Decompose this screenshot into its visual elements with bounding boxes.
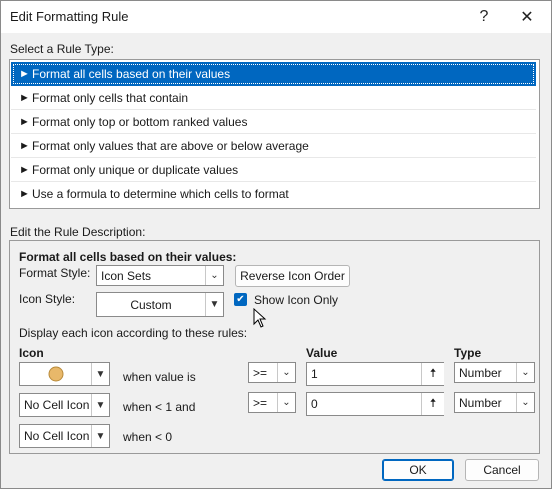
arrow-icon: ► [19, 67, 30, 80]
value-text: 1 [311, 367, 318, 381]
icon-select-2[interactable]: No Cell Icon ▼ [19, 393, 110, 417]
chevron-down-icon: ▼ [91, 394, 109, 416]
arrow-icon: ► [19, 187, 30, 200]
arrow-icon: ► [19, 115, 30, 128]
icon-style-value: Custom [130, 297, 172, 312]
condition-text-1: when value is [123, 370, 196, 384]
chevron-down-icon: ⌄ [277, 393, 295, 412]
rule-type-item-label: Format all cells based on their values [32, 66, 231, 81]
icon-style-label: Icon Style: [19, 292, 76, 306]
rule-type-item-label: Format only unique or duplicate values [32, 162, 239, 177]
icon-select-value: No Cell Icon [24, 398, 90, 412]
icon-style-select[interactable]: Custom ▼ [96, 292, 224, 317]
rule-type-item[interactable]: ► Format only cells that contain [11, 86, 536, 110]
type-value: Number [459, 365, 502, 380]
rule-type-item[interactable]: ► Format only unique or duplicate values [11, 158, 536, 182]
icon-select-value [20, 366, 91, 382]
operator-value: >= [253, 395, 268, 410]
chevron-down-icon: ⌄ [516, 363, 534, 382]
description-heading: Format all cells based on their values: [19, 250, 237, 264]
reverse-icon-order-button[interactable]: Reverse Icon Order [235, 265, 350, 287]
icon-column-header: Icon [19, 346, 44, 360]
range-select-icon[interactable]: 🠅 [421, 393, 444, 415]
arrow-icon: ► [19, 139, 30, 152]
display-rules-label: Display each icon according to these rul… [19, 326, 248, 340]
rule-type-item[interactable]: ► Use a formula to determine which cells… [11, 182, 536, 205]
chevron-down-icon: ▼ [91, 425, 109, 447]
operator-select-1[interactable]: >= ⌄ [248, 362, 296, 383]
type-column-header: Type [454, 346, 482, 360]
condition-text-2: when < 1 and [123, 400, 196, 414]
rule-type-list[interactable]: ► Format all cells based on their values… [9, 59, 540, 209]
chevron-down-icon: ▼ [205, 293, 223, 316]
format-style-label: Format Style: [19, 266, 91, 280]
arrow-icon: ► [19, 91, 30, 104]
rule-type-label: Select a Rule Type: [10, 42, 114, 56]
help-button[interactable]: ? [463, 1, 505, 33]
value-column-header: Value [306, 346, 338, 360]
rule-description-label: Edit the Rule Description: [10, 225, 146, 239]
value-text: 0 [311, 397, 318, 411]
rule-type-item-label: Use a formula to determine which cells t… [32, 186, 289, 201]
rule-type-item-label: Format only values that are above or bel… [32, 138, 309, 153]
condition-text-3: when < 0 [123, 430, 173, 444]
rule-type-item-label: Format only cells that contain [32, 90, 189, 105]
format-style-select[interactable]: Icon Sets ⌄ [96, 265, 224, 286]
chevron-down-icon: ⌄ [516, 393, 534, 412]
rule-type-item-label: Format only top or bottom ranked values [32, 114, 248, 129]
rule-description-box: Format all cells based on their values: … [9, 240, 540, 454]
icon-select-value: No Cell Icon [24, 429, 90, 443]
window-title: Edit Formatting Rule [10, 9, 129, 24]
chevron-down-icon: ▼ [91, 363, 109, 385]
close-button[interactable]: ✕ [506, 1, 548, 33]
title-bar: Edit Formatting Rule ? ✕ [1, 1, 551, 33]
ok-button[interactable]: OK [382, 459, 454, 481]
rule-type-item[interactable]: ► Format only top or bottom ranked value… [11, 110, 536, 134]
range-select-icon[interactable]: 🠅 [421, 363, 444, 385]
chevron-down-icon: ⌄ [205, 266, 223, 285]
rule-type-item[interactable]: ► Format all cells based on their values [11, 62, 536, 86]
chevron-down-icon: ⌄ [277, 363, 295, 382]
rule-type-item[interactable]: ► Format only values that are above or b… [11, 134, 536, 158]
show-icon-only-checkbox[interactable]: ✔ [234, 293, 247, 306]
icon-select-3[interactable]: No Cell Icon ▼ [19, 424, 110, 448]
format-style-value: Icon Sets [101, 268, 152, 283]
show-icon-only-label[interactable]: Show Icon Only [254, 293, 338, 307]
edit-formatting-rule-dialog: Edit Formatting Rule ? ✕ Select a Rule T… [0, 0, 552, 489]
operator-select-2[interactable]: >= ⌄ [248, 392, 296, 413]
yellow-circle-icon [48, 366, 63, 382]
arrow-icon: ► [19, 163, 30, 176]
operator-value: >= [253, 365, 268, 380]
mouse-cursor-icon [253, 308, 267, 328]
cancel-button[interactable]: Cancel [465, 459, 539, 481]
type-select-2[interactable]: Number ⌄ [454, 392, 535, 413]
type-value: Number [459, 395, 502, 410]
type-select-1[interactable]: Number ⌄ [454, 362, 535, 383]
icon-select-1[interactable]: ▼ [19, 362, 110, 386]
